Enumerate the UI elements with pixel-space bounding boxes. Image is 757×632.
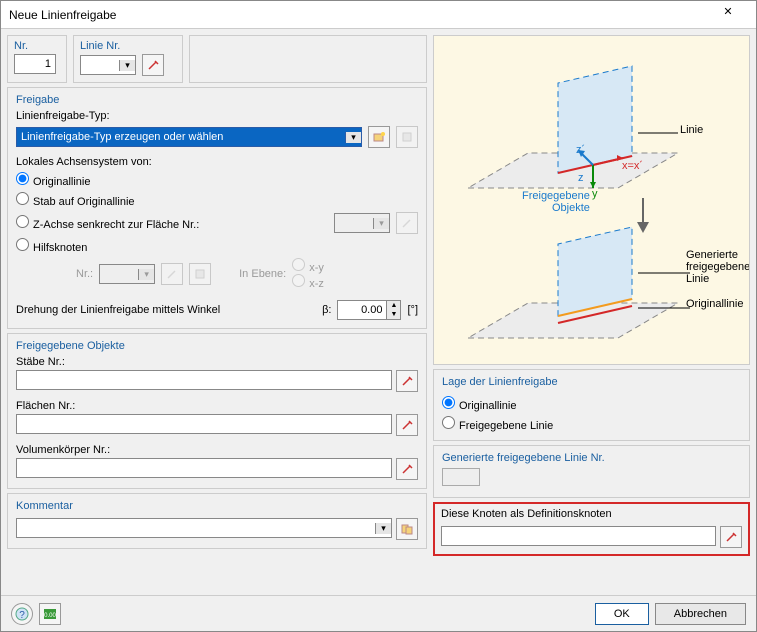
defnodes-input[interactable] (441, 526, 716, 546)
line-nr-combo[interactable]: ▾ (80, 55, 136, 75)
nr-label: Nr. (14, 40, 60, 52)
flachen-input[interactable] (16, 414, 392, 434)
diag-freig-obj: Freigegebene Objekte (522, 190, 590, 214)
stabe-label: Stäbe Nr.: (16, 356, 418, 368)
help-icon[interactable]: ? (11, 603, 33, 625)
type-combo[interactable]: Linienfreigabe-Typ erzeugen oder wählen▾ (16, 127, 362, 147)
beta-label: β: (322, 304, 331, 316)
svg-text:0.00: 0.00 (44, 613, 56, 619)
type-label: Linienfreigabe-Typ: (16, 110, 418, 122)
kommentar-lib-icon[interactable] (396, 518, 418, 540)
pick-node-icon (161, 263, 183, 285)
kommentar-header: Kommentar (16, 500, 418, 516)
svg-text:?: ? (19, 610, 25, 621)
diag-y: y (592, 188, 598, 200)
diag-genlinie: Generierte freigegebene Linie (686, 249, 750, 285)
radio-hilfs[interactable]: Hilfsknoten (16, 238, 87, 254)
pick-stabe-icon[interactable] (396, 370, 418, 392)
flachen-label: Flächen Nr.: (16, 400, 418, 412)
pick-defnodes-icon[interactable] (720, 526, 742, 548)
line-nr-label: Linie Nr. (80, 40, 176, 52)
diag-origlinie: Originallinie (686, 298, 743, 310)
node-list-icon (189, 263, 211, 285)
diag-x: x=x´ (622, 160, 643, 172)
diag-linie: Linie (680, 124, 703, 136)
nr-input[interactable] (14, 54, 56, 74)
hilfs-nr-combo: ▾ (99, 264, 155, 284)
radio-lage-freig[interactable]: Freigegebene Linie (442, 416, 553, 432)
radio-xy: x-y (292, 262, 324, 274)
window-title: Neue Linienfreigabe (9, 8, 708, 22)
volumen-input[interactable] (16, 458, 392, 478)
kommentar-combo[interactable]: ▾ (16, 518, 392, 538)
stabe-input[interactable] (16, 370, 392, 390)
units-icon[interactable]: 0.00 (39, 603, 61, 625)
in-ebene-label: In Ebene: (239, 268, 286, 280)
radio-xz: x-z (292, 278, 324, 290)
pick-flachen-icon[interactable] (396, 414, 418, 436)
beta-input[interactable]: ▲▼ (337, 300, 401, 320)
genline-header: Generierte freigegebene Linie Nr. (442, 452, 741, 468)
new-type-icon[interactable] (368, 126, 390, 148)
volumen-label: Volumenkörper Nr.: (16, 444, 418, 456)
pick-volumen-icon[interactable] (396, 458, 418, 480)
cancel-button[interactable]: Abbrechen (655, 603, 746, 625)
pick-line-icon[interactable] (142, 54, 164, 76)
edit-type-icon (396, 126, 418, 148)
ok-button[interactable]: OK (595, 603, 649, 625)
radio-original[interactable]: Originallinie (16, 172, 90, 188)
hilfs-nr-label: Nr.: (76, 268, 93, 280)
local-axis-label: Lokales Achsensystem von: (16, 156, 418, 168)
radio-zaxis[interactable]: Z-Achse senkrecht zur Fläche Nr.: (16, 215, 199, 231)
close-icon[interactable]: ✕ (708, 5, 748, 25)
freigabe-header: Freigabe (16, 94, 418, 110)
released-header: Freigegebene Objekte (16, 340, 418, 356)
radio-lage-original[interactable]: Originallinie (442, 396, 516, 412)
rotation-label: Drehung der Linienfreigabe mittels Winke… (16, 304, 220, 316)
diag-zprime: z´ (576, 144, 585, 156)
beta-unit: [°] (407, 304, 418, 316)
diag-z: z (578, 172, 584, 184)
radio-stab[interactable]: Stab auf Originallinie (16, 192, 135, 208)
genline-value (442, 468, 480, 486)
lage-header: Lage der Linienfreigabe (442, 376, 741, 392)
pick-surface-icon (396, 212, 418, 234)
defnodes-header: Diese Knoten als Definitionsknoten (441, 508, 742, 524)
zaxis-combo: ▾ (334, 213, 390, 233)
diagram: Linie Freigegebene Objekte z´ z y x=x´ G… (433, 35, 750, 365)
